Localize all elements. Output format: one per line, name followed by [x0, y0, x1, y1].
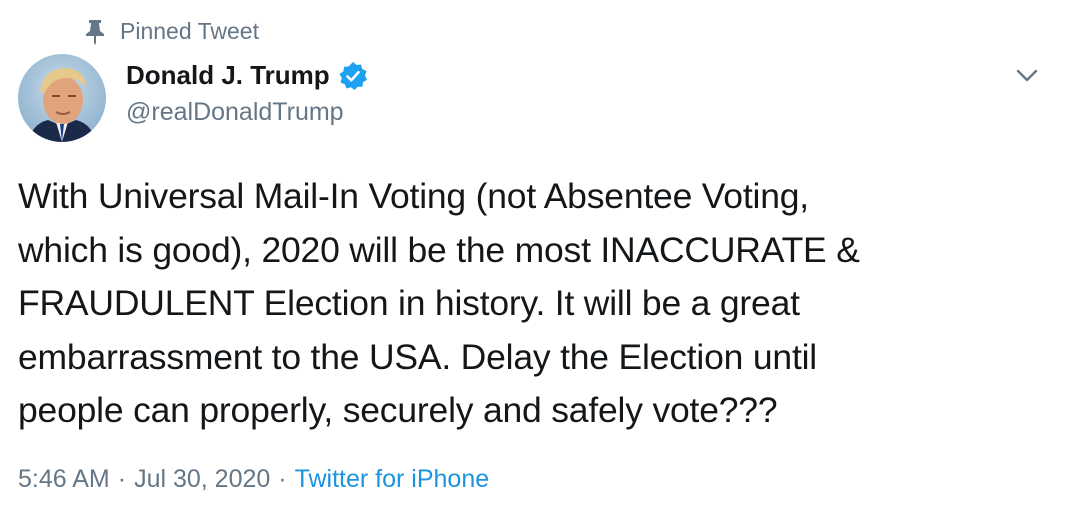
tweet-text: With Universal Mail-In Voting (not Absen… [18, 170, 1048, 438]
author-handle[interactable]: @realDonaldTrump [126, 98, 344, 127]
tweet-date[interactable]: Jul 30, 2020 [134, 465, 270, 494]
tweet-text-line: FRAUDULENT Election in history. It will … [18, 283, 800, 323]
author-name-row[interactable]: Donald J. Trump [126, 60, 368, 91]
tweet-time[interactable]: 5:46 AM [18, 465, 110, 494]
tweet-text-line: which is good), 2020 will be the most IN… [18, 229, 860, 270]
display-name[interactable]: Donald J. Trump [126, 60, 330, 91]
meta-separator: · [117, 465, 127, 493]
tweet-source-link[interactable]: Twitter for iPhone [295, 465, 490, 494]
chevron-down-icon[interactable] [1010, 62, 1044, 90]
tweet-text-line: embarrassment to the USA. Delay the Elec… [18, 336, 817, 377]
meta-separator: · [278, 465, 287, 493]
tweet-card: Pinned Tweet Donald J. Trump @realDonald… [0, 0, 1066, 526]
avatar[interactable] [18, 54, 106, 142]
tweet-text-line: people can properly, securely and safely… [18, 390, 778, 430]
verified-badge-icon [338, 61, 368, 91]
pinned-tweet-label: Pinned Tweet [120, 18, 259, 44]
tweet-text-line: With Universal Mail-In Voting (not Absen… [18, 176, 809, 216]
pin-icon [84, 19, 106, 45]
pinned-tweet-indicator: Pinned Tweet [84, 18, 259, 45]
tweet-metadata: 5:46 AM · Jul 30, 2020 · Twitter for iPh… [18, 465, 489, 494]
